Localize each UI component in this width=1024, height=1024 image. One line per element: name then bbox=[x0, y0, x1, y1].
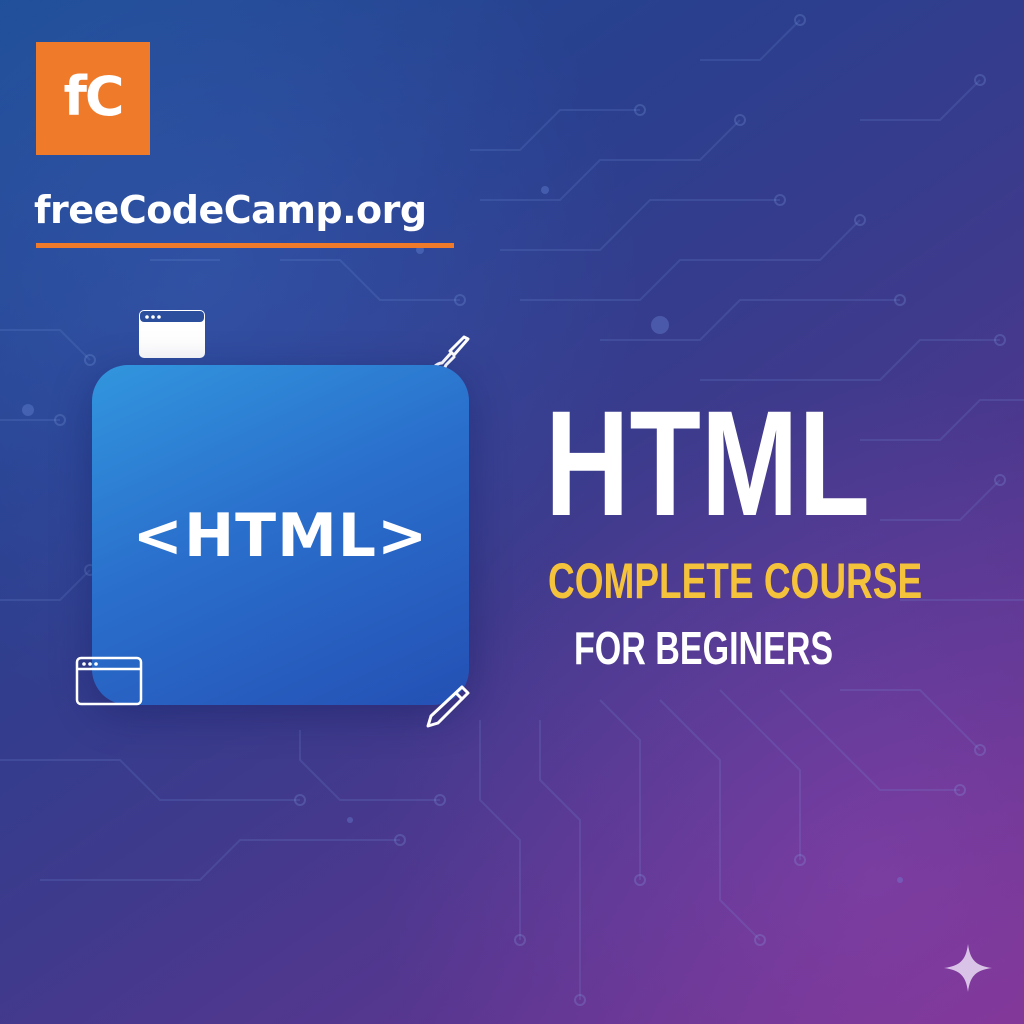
html-tile: <HTML> bbox=[92, 365, 469, 705]
browser-window-icon bbox=[139, 310, 205, 358]
course-subtitle-line-1: COMPLETE COURSE bbox=[548, 553, 923, 609]
logo-text: fC bbox=[63, 65, 124, 128]
course-subtitle-line-2: FOR BEGINERS bbox=[574, 622, 834, 674]
brand-underline bbox=[36, 243, 454, 248]
freecodecamp-logo[interactable]: fC bbox=[36, 42, 150, 155]
course-title: HTML bbox=[545, 379, 870, 547]
brand-name[interactable]: freeCodeCamp.org bbox=[34, 188, 427, 232]
pencil-icon bbox=[426, 685, 470, 728]
html-tag-text: <HTML> bbox=[132, 501, 429, 571]
browser-window-icon bbox=[75, 656, 143, 706]
sparkle-icon bbox=[944, 944, 992, 992]
